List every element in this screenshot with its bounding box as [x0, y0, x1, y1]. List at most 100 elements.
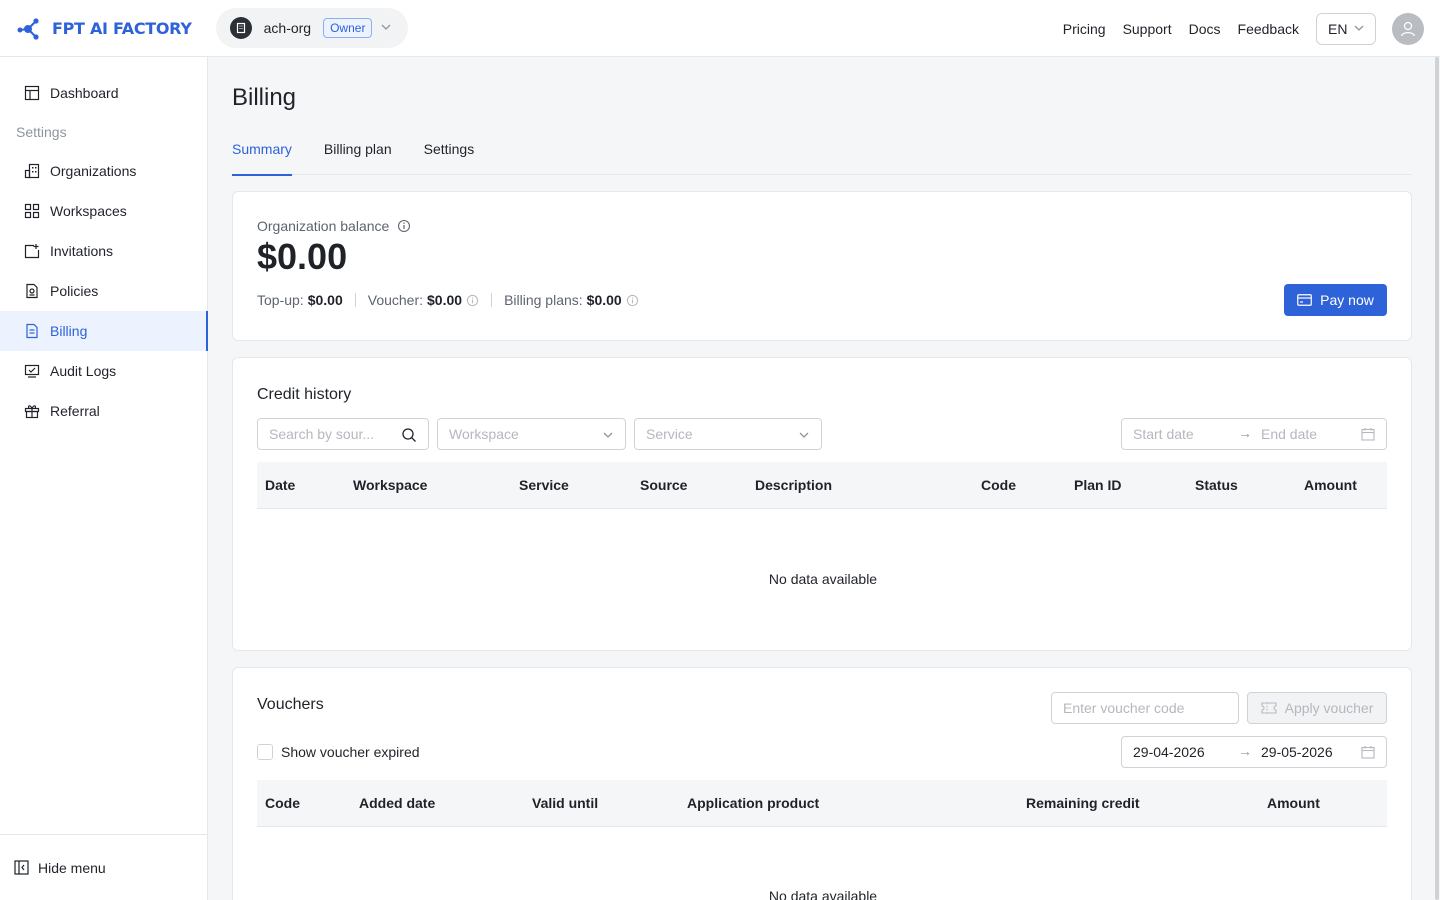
sidebar-item-label: Workspaces — [50, 203, 127, 219]
start-date-placeholder: Start date — [1133, 426, 1194, 442]
user-avatar[interactable] — [1392, 12, 1424, 45]
ticket-icon — [1261, 702, 1277, 714]
divider — [354, 293, 356, 307]
voucher-end-date: 29-05-2026 — [1261, 744, 1333, 760]
arrow-right-icon: → — [1238, 425, 1252, 441]
sidebar-item-billing[interactable]: Billing — [0, 311, 208, 351]
pay-now-button[interactable]: Pay now — [1284, 284, 1387, 316]
header-actions: Pricing Support Docs Feedback EN — [1046, 0, 1424, 57]
calendar-icon — [1361, 427, 1375, 441]
credit-card-icon — [1297, 294, 1312, 306]
show-expired-checkbox[interactable] — [257, 744, 273, 760]
column-header[interactable]: Description — [755, 477, 832, 493]
sidebar-item-label: Organizations — [50, 163, 137, 179]
sidebar-item-label: Referral — [50, 403, 100, 419]
tab-settings[interactable]: Settings — [424, 141, 475, 175]
column-header[interactable]: Added date — [359, 795, 435, 811]
sidebar-item-label: Billing — [50, 323, 88, 339]
column-header[interactable]: Source — [640, 477, 687, 493]
main-content: Billing Summary Billing plan Settings Or… — [208, 57, 1440, 900]
chevron-down-icon — [798, 427, 810, 441]
info-icon[interactable] — [626, 294, 639, 307]
empty-state: No data available — [768, 888, 878, 900]
sidebar-item-audit-logs[interactable]: Audit Logs — [0, 351, 207, 391]
voucher-date-range[interactable]: 29-04-2026 → 29-05-2026 — [1121, 736, 1387, 768]
search-input[interactable]: Search by sour... — [257, 418, 429, 450]
audit-log-icon — [24, 363, 40, 379]
column-header[interactable]: Valid until — [532, 795, 598, 811]
column-header[interactable]: Workspace — [353, 477, 427, 493]
sidebar-item-dashboard[interactable]: Dashboard — [0, 73, 207, 113]
arrow-right-icon: → — [1238, 743, 1252, 759]
pay-now-label: Pay now — [1320, 292, 1374, 308]
column-header[interactable]: Code — [265, 795, 300, 811]
search-icon[interactable] — [401, 427, 417, 443]
column-header[interactable]: Amount — [1267, 795, 1320, 811]
apply-voucher-button[interactable]: Apply voucher — [1247, 692, 1387, 724]
sidebar-item-invitations[interactable]: Invitations — [0, 231, 207, 271]
tab-billing-plan[interactable]: Billing plan — [324, 141, 392, 175]
date-range-picker[interactable]: Start date → End date — [1121, 418, 1387, 450]
workspace-select[interactable]: Workspace — [437, 418, 626, 450]
tab-summary[interactable]: Summary — [232, 141, 292, 176]
sidebar-item-referral[interactable]: Referral — [0, 391, 207, 431]
column-header[interactable]: Remaining credit — [1026, 795, 1140, 811]
credit-history-title: Credit history — [257, 386, 352, 403]
billing-tabs: Summary Billing plan Settings — [232, 141, 1412, 176]
scrollbar-thumb[interactable] — [1435, 57, 1439, 900]
sidebar-item-label: Dashboard — [50, 85, 119, 101]
sidebar-item-workspaces[interactable]: Workspaces — [0, 191, 207, 231]
dashboard-icon — [24, 85, 40, 101]
column-header[interactable]: Amount — [1304, 477, 1357, 493]
gift-icon — [24, 403, 40, 419]
balance-label-text: Organization balance — [257, 218, 390, 234]
column-header[interactable]: Service — [519, 477, 569, 493]
service-select[interactable]: Service — [634, 418, 822, 450]
sidebar-item-label: Policies — [50, 283, 99, 299]
apply-voucher-label: Apply voucher — [1284, 700, 1374, 716]
column-header[interactable]: Date — [265, 477, 295, 493]
billing-plans-value: $0.00 — [586, 292, 622, 308]
voucher-table-header: Code Added date Valid until Application … — [257, 780, 1387, 827]
nav-feedback[interactable]: Feedback — [1238, 21, 1299, 37]
nav-docs[interactable]: Docs — [1189, 21, 1221, 37]
topup-value: $0.00 — [307, 292, 343, 308]
voucher-code-input[interactable]: Enter voucher code — [1051, 692, 1239, 724]
info-icon[interactable] — [397, 219, 411, 233]
sidebar-item-policies[interactable]: Policies — [0, 271, 207, 311]
search-placeholder: Search by sour... — [269, 426, 375, 442]
org-switcher[interactable]: ach-org Owner — [215, 8, 409, 48]
voucher-label: Voucher: — [367, 292, 424, 308]
role-badge: Owner — [323, 18, 373, 38]
user-icon — [1400, 21, 1416, 36]
organization-icon — [24, 163, 40, 179]
balance-card: Organization balance $0.00 Top-up: $0.00… — [232, 191, 1412, 341]
billing-icon — [24, 323, 40, 339]
scrollbar[interactable] — [1432, 57, 1440, 900]
vouchers-card: Vouchers Enter voucher code Apply vouche… — [232, 667, 1412, 900]
column-header[interactable]: Code — [981, 477, 1016, 493]
sidebar-item-label: Invitations — [50, 243, 114, 259]
nav-support[interactable]: Support — [1123, 21, 1172, 37]
end-date-placeholder: End date — [1261, 426, 1318, 442]
collapse-menu-icon — [14, 860, 29, 875]
sidebar-item-organizations[interactable]: Organizations — [0, 151, 207, 191]
show-expired-toggle[interactable]: Show voucher expired — [257, 744, 420, 760]
chevron-down-icon — [380, 20, 392, 36]
info-icon[interactable] — [466, 294, 479, 307]
hide-menu-label: Hide menu — [38, 859, 106, 876]
column-header[interactable]: Plan ID — [1074, 477, 1121, 493]
brand-logo[interactable]: FPT AI FACTORY — [16, 0, 192, 57]
sidebar: Dashboard Settings Organizations Workspa… — [0, 57, 208, 900]
column-header[interactable]: Application product — [687, 795, 819, 811]
voucher-value: $0.00 — [427, 292, 463, 308]
language-select[interactable]: EN — [1316, 12, 1376, 45]
balance-amount: $0.00 — [257, 236, 348, 277]
balance-breakdown: Top-up: $0.00 Voucher: $0.00 Billing pla… — [257, 292, 639, 308]
hide-menu-button[interactable]: Hide menu — [0, 834, 208, 900]
org-avatar — [229, 17, 252, 39]
column-header[interactable]: Status — [1195, 477, 1238, 493]
network-logo-icon — [17, 18, 39, 40]
workspace-placeholder: Workspace — [449, 426, 519, 442]
nav-pricing[interactable]: Pricing — [1063, 21, 1106, 37]
